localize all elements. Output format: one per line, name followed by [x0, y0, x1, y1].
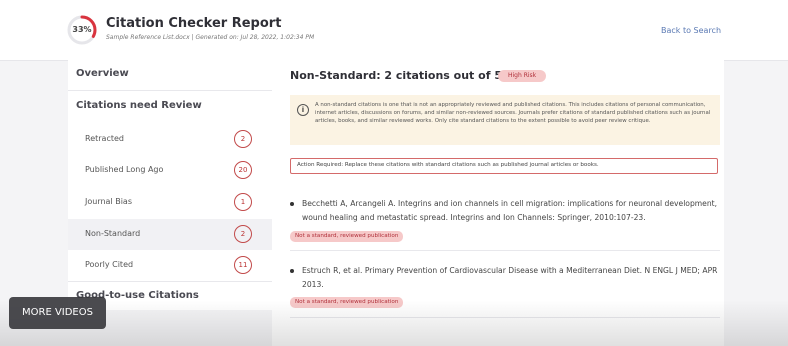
- info-icon: i: [297, 104, 309, 116]
- video-shade: [0, 300, 788, 346]
- page-title: Citation Checker Report: [106, 16, 282, 31]
- sidebar-item-label: Published Long Ago: [85, 165, 164, 174]
- count-badge: 2: [234, 225, 252, 243]
- risk-badge: High Risk: [498, 70, 547, 82]
- sidebar-item-poorly-cited[interactable]: Poorly Cited 11: [68, 250, 272, 281]
- citation-divider: [290, 250, 720, 251]
- citation-text: Becchetti A, Arcangeli A. Integrins and …: [302, 199, 718, 222]
- non-standard-tag: Not a standard, reviewed publication: [290, 231, 404, 242]
- count-badge: 1: [234, 193, 252, 211]
- sidebar-item-journal-bias[interactable]: Journal Bias 1: [68, 187, 272, 218]
- action-required-text: Action Required: Replace these citations…: [297, 162, 599, 168]
- more-videos-button[interactable]: MORE VIDEOS: [9, 297, 106, 329]
- sidebar-item-label: Poorly Cited: [85, 260, 134, 269]
- sidebar-overview[interactable]: Overview: [76, 68, 129, 79]
- sidebar-item-published-long-ago[interactable]: Published Long Ago 20: [68, 155, 272, 186]
- bullet-icon: [290, 202, 294, 206]
- info-text: A non-standard citations is one that is …: [315, 102, 711, 124]
- report-header: 33% Citation Checker Report Sample Refer…: [0, 0, 788, 61]
- report-subtitle: Sample Reference List.docx | Generated o…: [106, 34, 315, 41]
- sidebar-divider: [68, 281, 272, 282]
- back-to-search-link[interactable]: Back to Search: [661, 26, 721, 35]
- count-badge: 20: [234, 161, 252, 179]
- sidebar-item-label: Retracted: [85, 134, 124, 143]
- score-percent: 33%: [72, 25, 92, 34]
- citation-text: Estruch R, et al. Primary Prevention of …: [302, 266, 718, 289]
- count-badge: 2: [234, 130, 252, 148]
- bullet-icon: [290, 269, 294, 273]
- info-box: i A non-standard citations is one that i…: [290, 95, 720, 145]
- count-badge: 11: [234, 256, 252, 274]
- sidebar-review-heading: Citations need Review: [76, 100, 202, 111]
- sidebar-divider: [68, 90, 272, 91]
- sidebar-item-non-standard[interactable]: Non-Standard 2: [68, 219, 272, 250]
- sidebar-item-label: Journal Bias: [85, 197, 132, 206]
- sidebar-item-retracted[interactable]: Retracted 2: [68, 124, 272, 155]
- section-title: Non-Standard: 2 citations out of 54: [290, 69, 510, 82]
- sidebar-item-label: Non-Standard: [85, 229, 141, 238]
- action-required-box: Action Required: Replace these citations…: [290, 158, 718, 174]
- sidebar: Overview Citations need Review Retracted…: [68, 60, 273, 310]
